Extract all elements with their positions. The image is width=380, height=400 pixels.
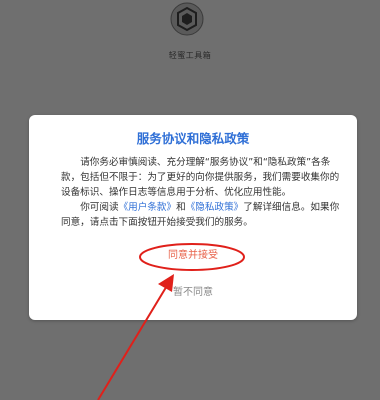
paragraph-2-prefix: 你可阅读 [80,202,119,213]
paragraph-2-and: 和 [176,202,186,213]
privacy-dialog: 服务协议和隐私政策 请你务必审慎阅读、充分理解“服务协议”和“隐私政策”各条款，… [29,115,357,320]
privacy-policy-link[interactable]: 《隐私政策》 [186,202,244,213]
dialog-paragraph-2: 你可阅读《用户条款》和《隐私政策》了解详细信息。如果你同意，请点击下面按钮开始接… [61,200,343,230]
agree-button[interactable]: 同意并接受 [153,247,233,265]
app-name: 轻蜜工具箱 [168,51,212,60]
dialog-title: 服务协议和隐私政策 [136,131,250,146]
disagree-button[interactable]: 暂不同意 [163,285,223,301]
user-terms-link[interactable]: 《用户条款》 [119,202,177,213]
dialog-paragraph-1: 请你务必审慎阅读、充分理解“服务协议”和“隐私政策”各条款，包括但不限于：为了更… [61,157,340,198]
dialog-body: 请你务必审慎阅读、充分理解“服务协议”和“隐私政策”各条款，包括但不限于：为了更… [61,155,343,230]
hexagon-logo-icon [170,2,204,36]
app-header: 轻蜜工具箱 [0,0,380,70]
